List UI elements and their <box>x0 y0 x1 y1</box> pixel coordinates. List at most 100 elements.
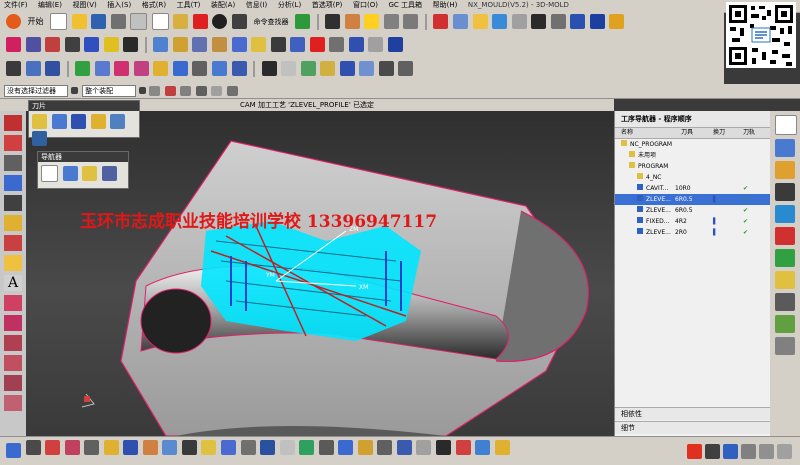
type-filter-select[interactable]: 没有选择过滤器 <box>4 85 68 97</box>
view-manager-icon[interactable] <box>368 37 384 52</box>
drawing-icon[interactable] <box>348 37 364 52</box>
move-layer-icon[interactable] <box>25 440 41 455</box>
roles-tab[interactable] <box>775 293 795 311</box>
trim-icon[interactable] <box>290 37 306 52</box>
system-scenes-tab[interactable] <box>775 337 795 355</box>
navigator-row[interactable]: 未用项 <box>615 150 771 161</box>
navigator-row[interactable]: NC_PROGRAM <box>615 139 771 150</box>
navigator-row[interactable]: ZLEVE... 6R0.5 ✔ <box>615 205 771 216</box>
menu-preferences[interactable]: 首选项(P) <box>308 0 347 11</box>
layer-settings-icon[interactable] <box>6 443 21 458</box>
measure-angle-icon[interactable] <box>123 440 139 455</box>
line-tool-icon[interactable] <box>4 115 22 131</box>
navigator-row[interactable]: ZLEVE... 2R0 ▌ ✔ <box>615 227 771 238</box>
offset-tool-icon[interactable] <box>4 235 22 251</box>
workpiece-icon[interactable] <box>45 37 61 52</box>
edge-patch-icon[interactable] <box>114 61 130 76</box>
filter-icon[interactable] <box>455 440 471 455</box>
scope-select[interactable]: 整个装配 <box>82 85 137 97</box>
ime-keyboard-icon[interactable] <box>741 444 756 459</box>
electrode-icon[interactable] <box>270 37 286 52</box>
unused-parts-icon[interactable] <box>387 37 403 52</box>
menu-edit[interactable]: 编辑(E) <box>34 0 66 11</box>
create-operation-icon[interactable] <box>110 114 126 129</box>
surface-patch-icon[interactable] <box>94 61 110 76</box>
define-regions-icon[interactable] <box>172 61 188 76</box>
zoom-icon[interactable] <box>364 14 380 29</box>
chevron-down-icon[interactable] <box>70 87 78 94</box>
create-tool-icon[interactable] <box>51 114 67 129</box>
options-icon[interactable] <box>494 440 510 455</box>
menu-assembly[interactable]: 装配(A) <box>207 0 239 11</box>
geometry-view-icon[interactable] <box>82 166 98 181</box>
rectangle-tool-icon[interactable] <box>4 175 22 191</box>
pocket-icon[interactable] <box>309 37 325 52</box>
chevron-down-icon[interactable] <box>138 87 146 94</box>
circle-tool-icon[interactable] <box>4 195 22 211</box>
shrink-icon[interactable] <box>339 61 355 76</box>
link-icon[interactable] <box>472 14 488 29</box>
wcs-rotate-icon[interactable] <box>84 440 100 455</box>
menu-help[interactable]: 帮助(H) <box>429 0 462 11</box>
bom-icon[interactable] <box>329 37 345 52</box>
select-face-icon[interactable] <box>164 85 176 96</box>
unblank-icon[interactable] <box>260 440 276 455</box>
wcs-icon[interactable] <box>45 440 61 455</box>
check-mark-icon[interactable] <box>75 61 91 76</box>
select-edge-icon[interactable] <box>180 85 192 96</box>
time-icon[interactable] <box>398 61 414 76</box>
swap-model-icon[interactable] <box>261 61 277 76</box>
navigator-icon[interactable] <box>300 61 316 76</box>
text-tool-icon[interactable]: A <box>4 275 22 291</box>
rotate-view-icon[interactable] <box>383 14 399 29</box>
menu-file[interactable]: 文件(F) <box>0 0 32 11</box>
navigator-row[interactable]: PROGRAM <box>615 161 771 172</box>
project-init-icon[interactable] <box>25 37 41 52</box>
start-button[interactable]: 开始 <box>25 14 47 30</box>
snap-point-icon[interactable] <box>149 85 161 96</box>
open-folder-icon[interactable] <box>71 14 87 29</box>
measure-distance-icon[interactable] <box>103 440 119 455</box>
select-point-icon[interactable] <box>226 85 238 96</box>
process-studio-tab[interactable] <box>775 271 795 289</box>
edit-section-icon[interactable] <box>162 440 178 455</box>
more-tools-icon[interactable] <box>475 440 491 455</box>
print-icon[interactable] <box>110 14 126 29</box>
mold-wizard-icon[interactable] <box>6 37 21 52</box>
operation-navigator-tab[interactable] <box>775 115 797 135</box>
fit-view-icon[interactable] <box>344 14 360 29</box>
pan-icon[interactable] <box>403 14 419 29</box>
visualization-icon[interactable] <box>318 440 334 455</box>
ime-skin-icon[interactable] <box>759 444 774 459</box>
cooling-icon[interactable] <box>251 37 267 52</box>
design-icon[interactable] <box>320 61 336 76</box>
select-curve-icon[interactable] <box>211 85 223 96</box>
curve-tool-icon[interactable] <box>4 295 22 311</box>
object-display-icon[interactable] <box>357 440 373 455</box>
command-finder-button[interactable]: 命令查找器 <box>251 14 292 30</box>
render-style-icon[interactable] <box>181 440 197 455</box>
ime-punctuation-icon[interactable] <box>723 444 738 459</box>
project-curve-icon[interactable] <box>4 335 22 351</box>
navigator-row[interactable]: CAVIT... 10R0 ✔ <box>615 183 771 194</box>
show-hide-icon[interactable] <box>589 14 605 29</box>
menu-gc-toolkit[interactable]: GC 工具箱 <box>385 0 427 11</box>
column-name[interactable]: 名称 <box>621 128 633 138</box>
history-tab[interactable] <box>775 227 795 245</box>
menu-tools[interactable]: 工具(T) <box>173 0 205 11</box>
helix-tool-icon[interactable] <box>4 315 22 331</box>
dependencies-section[interactable]: 相依性 <box>615 410 642 418</box>
new-file-icon[interactable] <box>50 13 68 30</box>
method-view-icon[interactable] <box>101 166 117 181</box>
cut-icon[interactable] <box>130 13 148 30</box>
generate-toolpath-icon[interactable] <box>32 131 47 146</box>
cam-icon[interactable] <box>359 61 375 76</box>
close-icon[interactable] <box>123 37 139 52</box>
check-region-icon[interactable] <box>25 61 41 76</box>
section-view-icon[interactable] <box>142 440 158 455</box>
parting-surface-icon[interactable] <box>212 61 228 76</box>
pin-icon[interactable] <box>609 14 625 29</box>
hide-icon[interactable] <box>377 440 393 455</box>
show-icon[interactable] <box>396 440 412 455</box>
system-materials-tab[interactable] <box>775 249 795 267</box>
